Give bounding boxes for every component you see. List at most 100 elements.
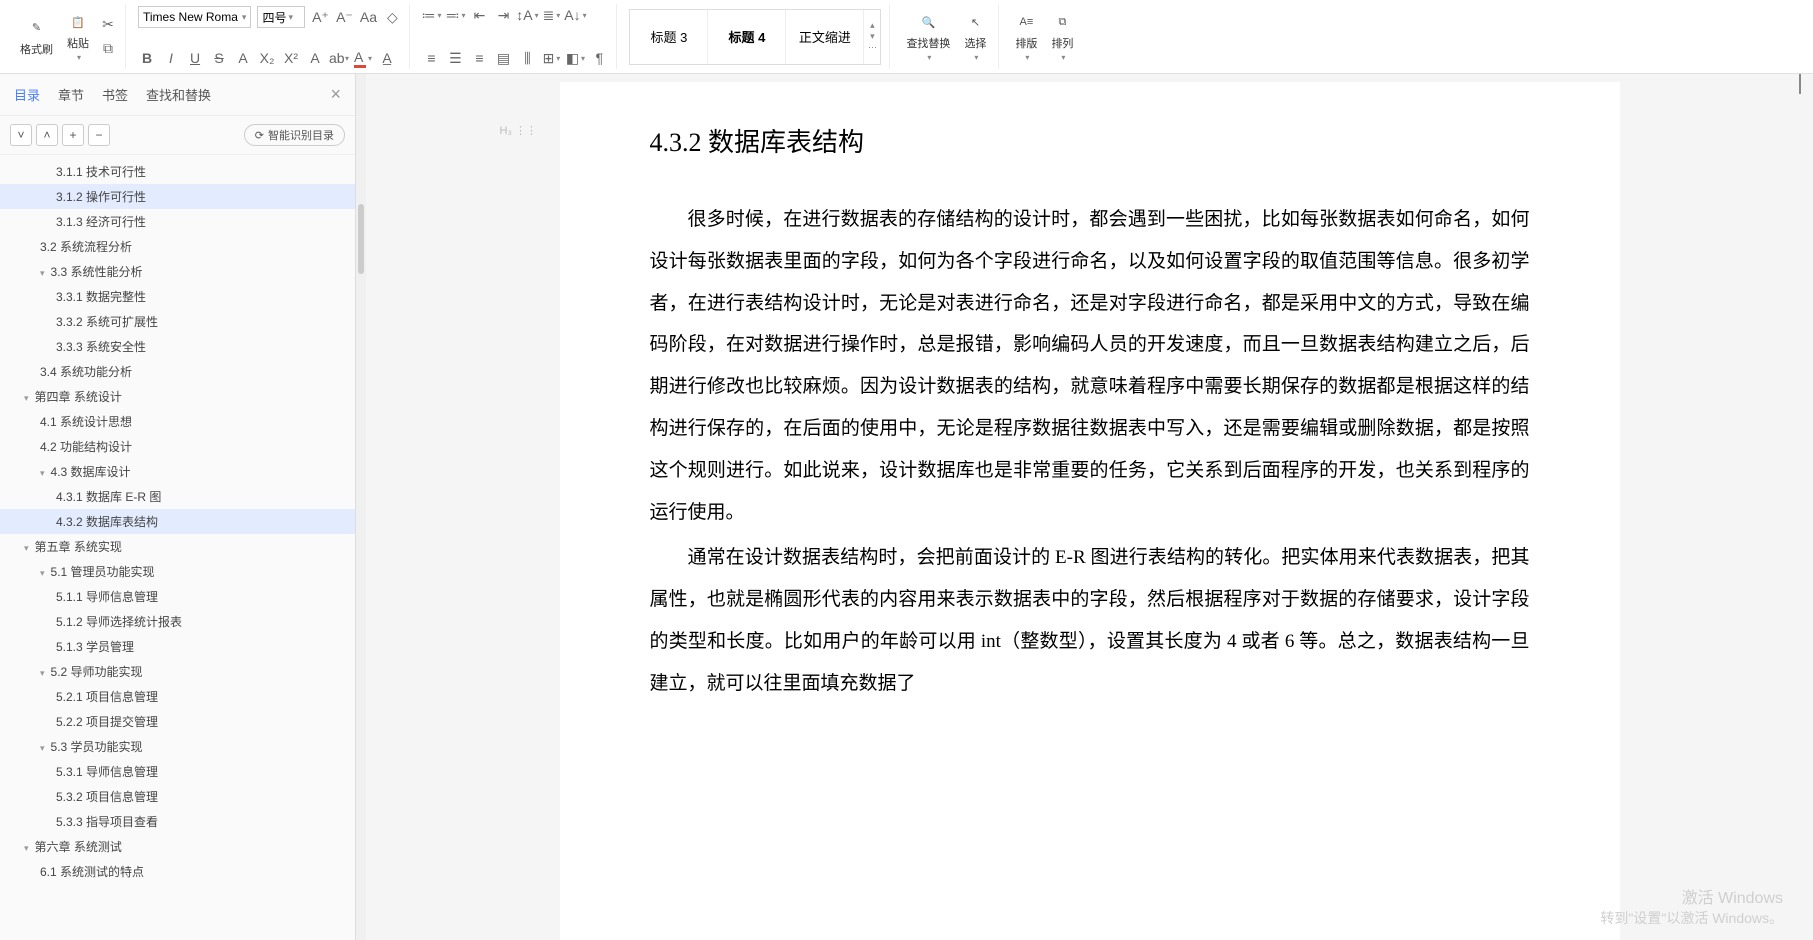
tab-stops-icon[interactable]: ⊞ xyxy=(542,49,560,67)
toc-item[interactable]: 4.2 功能结构设计 xyxy=(0,434,355,459)
distribute-icon[interactable]: ⫼ xyxy=(518,49,536,67)
close-sidebar-icon[interactable]: × xyxy=(330,84,341,105)
text-direction-icon[interactable]: ↕A xyxy=(518,6,536,24)
twisty-icon[interactable] xyxy=(40,740,47,754)
style-more-icon[interactable]: ⋯ xyxy=(864,42,880,53)
decrease-font-icon[interactable]: A⁻ xyxy=(335,8,353,26)
show-marks-icon[interactable]: ¶ xyxy=(590,49,608,67)
style-up-icon[interactable]: ▴ xyxy=(864,20,880,31)
copy-icon[interactable]: ⧉ xyxy=(99,40,117,58)
text-effects-icon[interactable]: A xyxy=(306,49,324,67)
twisty-icon[interactable] xyxy=(40,665,47,679)
toc-item[interactable]: 4.3 数据库设计 xyxy=(0,459,355,484)
style-down-icon[interactable]: ▾ xyxy=(864,31,880,42)
twisty-icon[interactable] xyxy=(24,540,31,554)
toc-item[interactable]: 3.3.1 数据完整性 xyxy=(0,284,355,309)
twisty-icon[interactable] xyxy=(40,565,47,579)
style-heading3[interactable]: 标题 3 xyxy=(630,10,708,64)
char-border-icon[interactable]: A̲ xyxy=(378,49,396,67)
toc-item[interactable]: 5.3 学员功能实现 xyxy=(0,734,355,759)
toc-item[interactable]: 4.3.2 数据库表结构 xyxy=(0,509,355,534)
body-paragraph[interactable]: 很多时候，在进行数据表的存储结构的设计时，都会遇到一些困扰，比如每张数据表如何命… xyxy=(650,199,1530,533)
body-paragraph[interactable]: 通常在设计数据表结构时，会把前面设计的 E-R 图进行表结构的转化。把实体用来代… xyxy=(650,537,1530,704)
toc-item[interactable]: 3.2 系统流程分析 xyxy=(0,234,355,259)
align-right-icon[interactable]: ≡ xyxy=(470,49,488,67)
tab-find-replace[interactable]: 查找和替换 xyxy=(146,85,211,104)
superscript-icon[interactable]: X² xyxy=(282,49,300,67)
toc-item[interactable]: 5.1.3 学员管理 xyxy=(0,634,355,659)
increase-indent-icon[interactable]: ⇥ xyxy=(494,6,512,24)
collapse-all-button[interactable]: ˅ xyxy=(10,124,32,146)
toc-item[interactable]: 3.1.2 操作可行性 xyxy=(0,184,355,209)
change-case-icon[interactable]: Aa xyxy=(359,8,377,26)
toc-item[interactable]: 5.3.3 指导项目查看 xyxy=(0,809,355,834)
highlight-color-button[interactable]: ab xyxy=(330,49,348,67)
toc-item[interactable]: 5.2.2 项目提交管理 xyxy=(0,709,355,734)
toc-item[interactable]: 5.1 管理员功能实现 xyxy=(0,559,355,584)
twisty-icon[interactable] xyxy=(24,390,31,404)
toc-item[interactable]: 5.3.1 导师信息管理 xyxy=(0,759,355,784)
toc-item[interactable]: 3.3.2 系统可扩展性 xyxy=(0,309,355,334)
select-button[interactable]: ↖ 选择 xyxy=(960,9,990,64)
toc-item[interactable]: 3.1.1 技术可行性 xyxy=(0,159,355,184)
align-left-icon[interactable]: ≡ xyxy=(422,49,440,67)
section-heading[interactable]: 4.3.2 数据库表结构 xyxy=(650,122,1530,159)
align-center-icon[interactable]: ☰ xyxy=(446,49,464,67)
twisty-icon[interactable] xyxy=(24,840,31,854)
cut-icon[interactable]: ✂ xyxy=(99,16,117,34)
twisty-icon[interactable] xyxy=(40,465,47,479)
scrollbar-thumb[interactable] xyxy=(358,204,364,274)
right-activity-bar[interactable] xyxy=(1799,74,1813,94)
increase-font-icon[interactable]: A⁺ xyxy=(311,8,329,26)
toc-item[interactable]: 第六章 系统测试 xyxy=(0,834,355,859)
underline-icon[interactable]: U xyxy=(186,49,204,67)
toc-item[interactable]: 5.1.2 导师选择统计报表 xyxy=(0,609,355,634)
font-effect-icon[interactable]: A xyxy=(234,49,252,67)
shading-icon[interactable]: ◧ xyxy=(566,49,584,67)
tab-toc[interactable]: 目录 xyxy=(14,85,40,104)
toc-item[interactable]: 5.1.1 导师信息管理 xyxy=(0,584,355,609)
subscript-icon[interactable]: X₂ xyxy=(258,49,276,67)
level-down-button[interactable]: − xyxy=(88,124,110,146)
toc-item[interactable]: 3.3 系统性能分析 xyxy=(0,259,355,284)
format-painter-button[interactable]: ✎ 格式刷 xyxy=(16,15,57,59)
clear-format-icon[interactable]: ◇ xyxy=(383,8,401,26)
font-color-button[interactable]: A xyxy=(354,49,372,67)
sidebar-scrollbar[interactable] xyxy=(356,74,366,940)
line-spacing-icon[interactable]: ≣ xyxy=(542,6,560,24)
tab-bookmarks[interactable]: 书签 xyxy=(102,85,128,104)
heading-handle[interactable]: H₃ ⋮⋮ xyxy=(500,124,537,137)
toc-item[interactable]: 5.2.1 项目信息管理 xyxy=(0,684,355,709)
smart-toc-button[interactable]: ⟳ 智能识别目录 xyxy=(244,124,345,146)
expand-all-button[interactable]: ˄ xyxy=(36,124,58,146)
toc-item[interactable]: 3.1.3 经济可行性 xyxy=(0,209,355,234)
toc-item[interactable]: 3.3.3 系统安全性 xyxy=(0,334,355,359)
toc-item[interactable]: 5.2 导师功能实现 xyxy=(0,659,355,684)
align-justify-icon[interactable]: ▤ xyxy=(494,49,512,67)
font-size-select[interactable]: 四号 xyxy=(257,6,305,28)
style-body-indent[interactable]: 正文缩进 xyxy=(786,10,864,64)
decrease-indent-icon[interactable]: ⇤ xyxy=(470,6,488,24)
number-list-icon[interactable]: ≕ xyxy=(446,6,464,24)
toc-item[interactable]: 6.1 系统测试的特点 xyxy=(0,859,355,884)
toc-item[interactable]: 第四章 系统设计 xyxy=(0,384,355,409)
layout-button[interactable]: A≡ 排版 xyxy=(1011,9,1041,64)
bold-icon[interactable]: B xyxy=(138,49,156,67)
style-heading4[interactable]: 标题 4 xyxy=(708,10,786,64)
italic-icon[interactable]: I xyxy=(162,49,180,67)
twisty-icon[interactable] xyxy=(40,265,47,279)
font-family-select[interactable]: Times New Roma xyxy=(138,6,251,28)
level-up-button[interactable]: + xyxy=(62,124,84,146)
sort-icon[interactable]: A↓ xyxy=(566,6,584,24)
toc-item[interactable]: 4.1 系统设计思想 xyxy=(0,409,355,434)
toc-item[interactable]: 4.3.1 数据库 E-R 图 xyxy=(0,484,355,509)
bullet-list-icon[interactable]: ≔ xyxy=(422,6,440,24)
strike-icon[interactable]: S xyxy=(210,49,228,67)
toc-item[interactable]: 第五章 系统实现 xyxy=(0,534,355,559)
paste-button[interactable]: 📋 粘贴 xyxy=(63,9,93,64)
toc-item[interactable]: 3.4 系统功能分析 xyxy=(0,359,355,384)
find-replace-button[interactable]: 🔍 查找替换 xyxy=(902,9,954,64)
tab-chapters[interactable]: 章节 xyxy=(58,85,84,104)
arrange-button[interactable]: ⧉ 排列 xyxy=(1047,9,1077,64)
toc-item[interactable]: 5.3.2 项目信息管理 xyxy=(0,784,355,809)
